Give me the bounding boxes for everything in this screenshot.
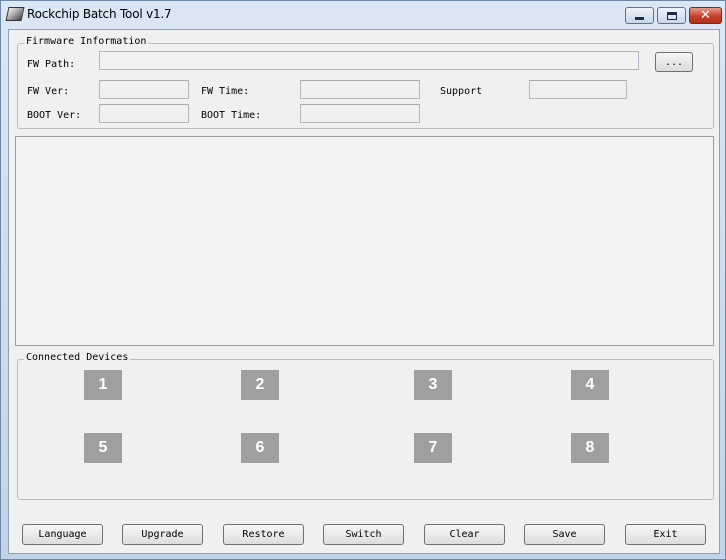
fw-path-label: FW Path:: [27, 59, 76, 70]
save-button[interactable]: Save: [524, 524, 605, 545]
device-slot-8: 8: [571, 433, 609, 463]
maximize-icon: [666, 11, 677, 20]
boot-time-field: [300, 104, 420, 123]
log-panel[interactable]: [15, 136, 714, 346]
exit-button[interactable]: Exit: [625, 524, 706, 545]
language-button[interactable]: Language: [22, 524, 103, 545]
device-slot-1: 1: [84, 370, 122, 400]
fw-ver-label: FW Ver:: [27, 86, 70, 97]
device-slot-2: 2: [241, 370, 279, 400]
fw-path-field[interactable]: [99, 51, 639, 70]
maximize-button[interactable]: [657, 7, 686, 24]
boot-ver-label: BOOT Ver:: [27, 110, 82, 121]
firmware-info-legend: Firmware Information: [24, 36, 149, 47]
clear-button[interactable]: Clear: [424, 524, 505, 545]
switch-button[interactable]: Switch: [323, 524, 404, 545]
close-icon: ✕: [700, 8, 711, 23]
minimize-icon: [635, 17, 644, 20]
close-button[interactable]: ✕: [689, 7, 722, 24]
support-label: Support: [440, 86, 483, 97]
fw-ver-field: [99, 80, 189, 99]
client-area: Firmware Information FW Path: ... FW Ver…: [8, 29, 720, 554]
device-slot-5: 5: [84, 433, 122, 463]
device-slot-6: 6: [241, 433, 279, 463]
fw-time-field: [300, 80, 420, 99]
restore-button[interactable]: Restore: [223, 524, 304, 545]
window-title: Rockchip Batch Tool v1.7: [27, 7, 172, 21]
minimize-button[interactable]: [625, 7, 654, 24]
app-icon: [5, 7, 25, 21]
support-field: [529, 80, 627, 99]
device-slot-3: 3: [414, 370, 452, 400]
boot-time-label: BOOT Time:: [201, 110, 262, 121]
device-slot-7: 7: [414, 433, 452, 463]
browse-button[interactable]: ...: [655, 52, 693, 72]
fw-time-label: FW Time:: [201, 86, 250, 97]
app-window: Rockchip Batch Tool v1.7 ✕ Firmware Info…: [0, 0, 726, 560]
connected-devices-legend: Connected Devices: [24, 352, 131, 363]
device-slot-4: 4: [571, 370, 609, 400]
title-bar[interactable]: Rockchip Batch Tool v1.7 ✕: [1, 1, 725, 29]
boot-ver-field: [99, 104, 189, 123]
upgrade-button[interactable]: Upgrade: [122, 524, 203, 545]
